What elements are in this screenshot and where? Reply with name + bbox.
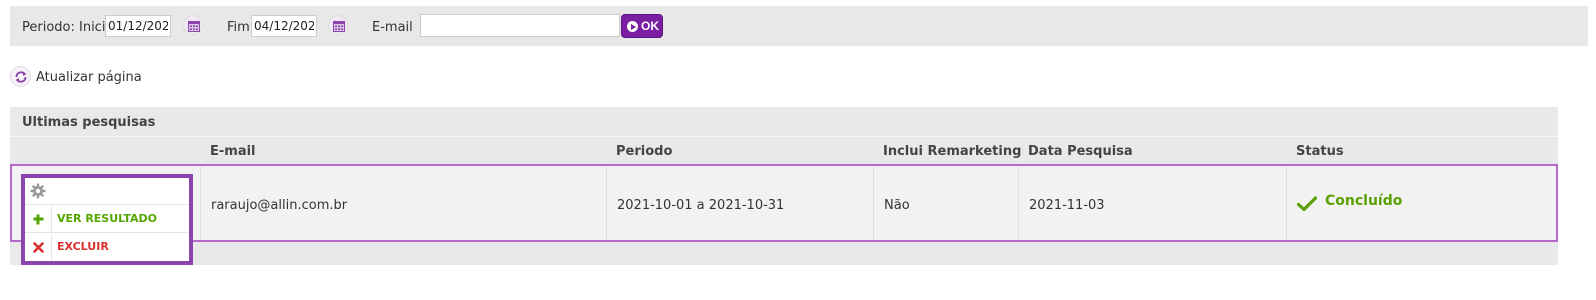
gear-icon [30,183,46,199]
ok-button[interactable]: OK [621,14,663,38]
filter-bar: Periodo: Inicio Fim E-mail OK [10,6,1588,46]
status-text: Concluído [1325,193,1403,209]
period-start-label: Periodo: Inicio [22,20,114,35]
refresh-icon [10,66,31,87]
column-header-status: Status [1296,144,1344,159]
results-title: Ultimas pesquisas [22,115,156,130]
plus-icon [25,206,52,233]
remarketing-value: Não [884,198,910,213]
periodo-cell: 2021-10-01 a 2021-10-31 [607,166,874,240]
refresh-page-label: Atualizar página [36,70,142,85]
delete-label: EXCLUIR [57,240,109,253]
x-icon [25,234,52,261]
checkmark-icon [1297,196,1317,212]
data-pesquisa-cell: 2021-11-03 [1019,166,1287,240]
table-row[interactable]: raraujo@allin.com.br 2021-10-01 a 2021-1… [10,164,1558,242]
actions-menu-toggle[interactable] [25,178,189,205]
delete-menu-item[interactable]: EXCLUIR [25,234,189,261]
periodo-value: 2021-10-01 a 2021-10-31 [617,198,785,213]
remarketing-cell: Não [874,166,1019,240]
results-panel: Ultimas pesquisas E-mail Periodo Inclui … [10,107,1558,265]
start-date-input[interactable] [105,15,171,37]
data-pesquisa-value: 2021-11-03 [1029,198,1105,213]
column-header-data-pesquisa: Data Pesquisa [1028,144,1133,159]
column-header-email: E-mail [210,144,256,159]
status-cell: Concluído [1287,166,1556,240]
email-filter-label: E-mail [372,20,413,35]
period-end-label: Fim [227,20,250,35]
email-value: raraujo@allin.com.br [211,198,348,213]
calendar-icon-start[interactable] [183,15,203,35]
row-actions-menu: VER RESULTADO EXCLUIR [21,174,193,265]
calendar-icon-end[interactable] [328,15,348,35]
email-filter-input[interactable] [420,14,620,37]
play-icon [627,21,638,32]
end-date-input[interactable] [251,15,317,37]
column-header-periodo: Periodo [616,144,673,159]
view-result-menu-item[interactable]: VER RESULTADO [25,206,189,233]
results-table-header: E-mail Periodo Inclui Remarketing Data P… [10,136,1558,164]
ok-button-label: OK [641,19,659,33]
view-result-label: VER RESULTADO [57,212,157,225]
column-header-inclui-remarketing: Inclui Remarketing [883,144,1022,159]
email-cell: raraujo@allin.com.br [201,166,607,240]
